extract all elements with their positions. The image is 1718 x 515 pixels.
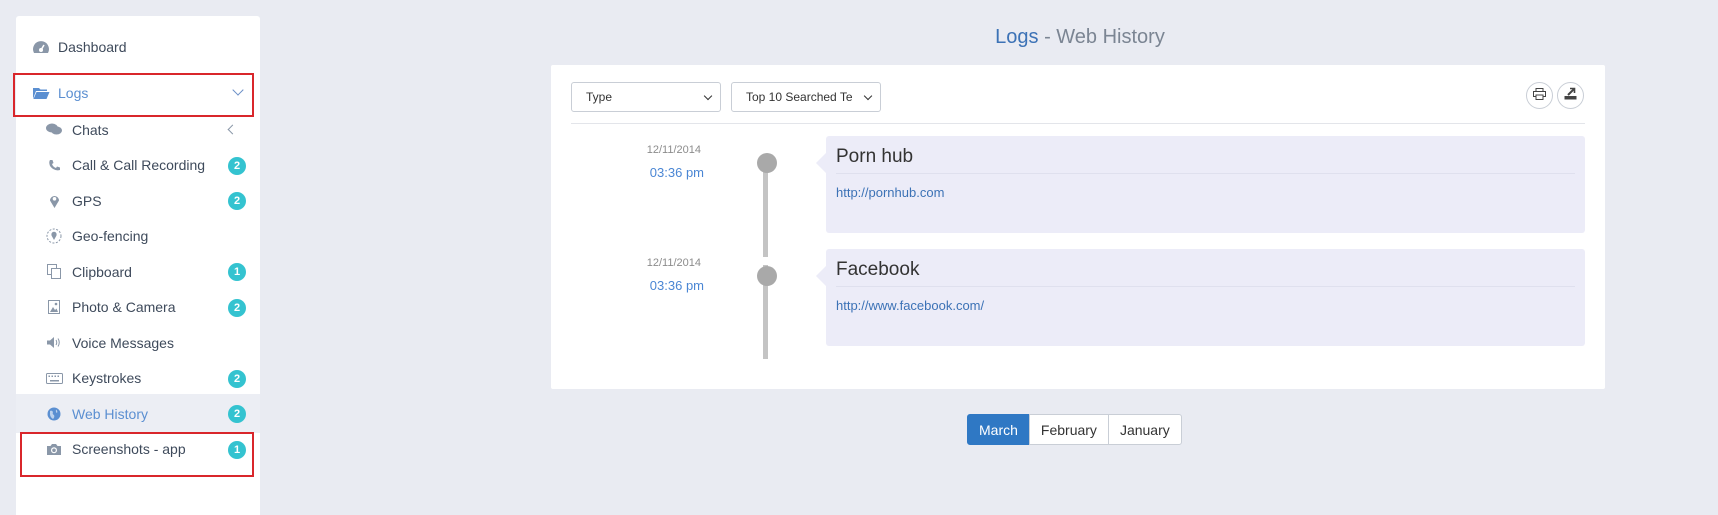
sidebar-item-label: Dashboard <box>58 39 127 55</box>
page-title-section[interactable]: Logs <box>995 26 1038 48</box>
entry-divider <box>836 286 1575 287</box>
entry-title: Facebook <box>836 259 920 280</box>
sidebar-item-label: Keystrokes <box>72 370 142 386</box>
entry-date: 12/11/2014 <box>646 257 701 269</box>
count-badge: 2 <box>228 156 246 175</box>
print-icon <box>1533 87 1546 105</box>
dashboard-icon <box>30 38 52 56</box>
count-badge: 2 <box>228 192 246 210</box>
chevron-down-icon <box>703 91 713 101</box>
speaker-icon <box>44 334 64 352</box>
phone-icon <box>44 156 64 174</box>
export-icon <box>1564 87 1577 105</box>
history-entry: Porn hub http://pornhub.com <box>816 136 1585 233</box>
page-title-page: - Web History <box>1038 26 1165 48</box>
sidebar: Dashboard Logs Chats Call & Call Recordin… <box>16 16 260 515</box>
chevron-down-icon <box>232 84 244 96</box>
chevron-down-icon <box>863 91 873 101</box>
sidebar-item-label: Geo-fencing <box>72 228 149 244</box>
clipboard-icon <box>44 263 64 281</box>
sidebar-item-label: GPS <box>72 192 102 209</box>
timeline-line <box>763 165 768 257</box>
sidebar-item-photo-camera[interactable]: Photo & Camera 2 <box>16 288 260 327</box>
sidebar-item-label: Voice Messages <box>72 334 174 351</box>
camera-icon <box>44 440 64 458</box>
chat-icon <box>44 121 64 139</box>
sidebar-item-label: Screenshots - app <box>72 441 186 457</box>
geofence-icon <box>44 227 64 245</box>
folder-open-icon <box>30 84 52 102</box>
type-select-value: Type <box>586 90 613 104</box>
sidebar-item-label: Call & Call Recording <box>72 157 206 173</box>
count-badge: 2 <box>228 405 246 423</box>
sidebar-item-label: Logs <box>58 85 89 101</box>
map-pin-icon <box>44 192 64 210</box>
type-select[interactable]: Type <box>571 82 721 112</box>
sidebar-item-label: Photo & Camera <box>72 299 176 315</box>
print-button[interactable] <box>1526 82 1553 109</box>
web-history-card: Type Top 10 Searched Te 12/11/2014 03:36 … <box>551 65 1605 389</box>
sidebar-item-label: Web History <box>72 405 148 422</box>
globe-icon <box>44 405 64 423</box>
timeline-dot <box>757 153 777 173</box>
sidebar-item-label: Clipboard <box>72 263 132 280</box>
chevron-left-icon <box>227 124 238 135</box>
entry-divider <box>836 173 1575 174</box>
top-searched-select[interactable]: Top 10 Searched Te <box>731 82 881 112</box>
image-icon <box>44 298 64 316</box>
month-button-january[interactable]: January <box>1107 414 1182 445</box>
sidebar-item-chats[interactable]: Chats <box>16 110 260 149</box>
export-button[interactable] <box>1557 82 1584 109</box>
month-button-february[interactable]: February <box>1028 414 1109 445</box>
count-badge: 2 <box>228 298 246 317</box>
top-searched-select-value: Top 10 Searched Te <box>746 90 853 104</box>
history-entry: Facebook http://www.facebook.com/ <box>816 249 1585 346</box>
entry-time: 03:36 pm <box>649 165 704 180</box>
entry-date: 12/11/2014 <box>646 144 701 156</box>
sidebar-item-screenshots-app[interactable]: Screenshots - app 1 <box>16 430 260 469</box>
toolbar-divider <box>571 123 1585 124</box>
entry-url-link[interactable]: http://www.facebook.com/ <box>836 298 984 313</box>
month-button-march[interactable]: March <box>967 414 1030 445</box>
month-pager: March February January <box>967 414 1182 445</box>
entry-url-link[interactable]: http://pornhub.com <box>836 185 944 200</box>
sidebar-item-keystrokes[interactable]: Keystrokes 2 <box>16 359 260 398</box>
count-badge: 2 <box>228 369 246 388</box>
sidebar-item-geo-fencing[interactable]: Geo-fencing <box>16 217 260 256</box>
sidebar-item-gps[interactable]: GPS 2 <box>16 181 260 220</box>
sidebar-item-label: Chats <box>72 121 109 138</box>
sidebar-item-call-call-recording[interactable]: Call & Call Recording 2 <box>16 146 260 185</box>
count-badge: 1 <box>228 440 246 459</box>
timeline-dot <box>757 266 777 286</box>
sidebar-item-web-history[interactable]: Web History 2 <box>16 394 260 433</box>
entry-title: Porn hub <box>836 146 914 167</box>
sidebar-item-voice-messages[interactable]: Voice Messages <box>16 323 260 362</box>
entry-time: 03:36 pm <box>649 278 704 293</box>
sidebar-item-dashboard[interactable]: Dashboard <box>16 24 260 70</box>
keyboard-icon <box>44 369 64 387</box>
page-title: Logs - Web History <box>550 26 1610 49</box>
count-badge: 1 <box>228 263 246 281</box>
sidebar-item-clipboard[interactable]: Clipboard 1 <box>16 252 260 291</box>
